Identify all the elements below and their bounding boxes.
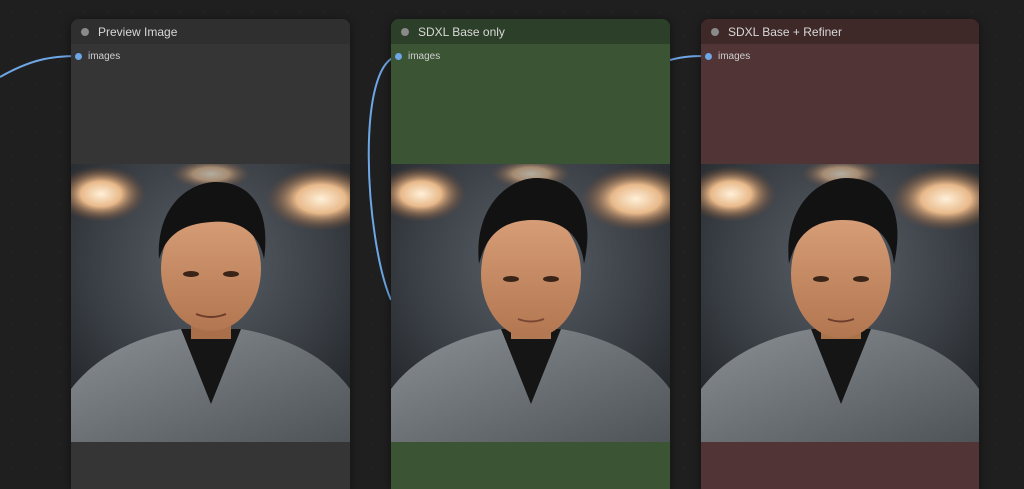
input-slot-label: images [408,50,441,62]
sdxl-base-refiner-node[interactable]: SDXL Base + Refiner images [701,19,979,489]
input-slot-dot-icon[interactable] [705,52,712,60]
input-slot-images[interactable]: images [395,50,440,62]
preview-image-node[interactable]: Preview Image images [71,19,350,489]
input-slot-dot-icon[interactable] [395,52,402,60]
input-slot-images[interactable]: images [75,50,120,62]
collapse-dot-icon[interactable] [401,27,409,36]
collapse-dot-icon[interactable] [81,27,89,36]
collapse-dot-icon[interactable] [711,27,719,36]
portrait-image [701,164,979,442]
node-header[interactable]: SDXL Base only [391,19,670,44]
preview-image [71,164,350,442]
node-title: SDXL Base + Refiner [728,24,842,39]
preview-image [701,164,979,442]
node-title: SDXL Base only [418,24,505,39]
input-slot-dot-icon[interactable] [75,52,82,60]
node-header[interactable]: Preview Image [71,19,350,44]
node-title: Preview Image [98,24,178,39]
portrait-image [391,164,670,442]
portrait-image [71,164,350,442]
input-slot-label: images [88,50,121,62]
input-slot-images[interactable]: images [705,50,750,62]
input-slot-label: images [718,50,751,62]
sdxl-base-only-node[interactable]: SDXL Base only images [391,19,670,489]
node-header[interactable]: SDXL Base + Refiner [701,19,979,44]
preview-image [391,164,670,442]
